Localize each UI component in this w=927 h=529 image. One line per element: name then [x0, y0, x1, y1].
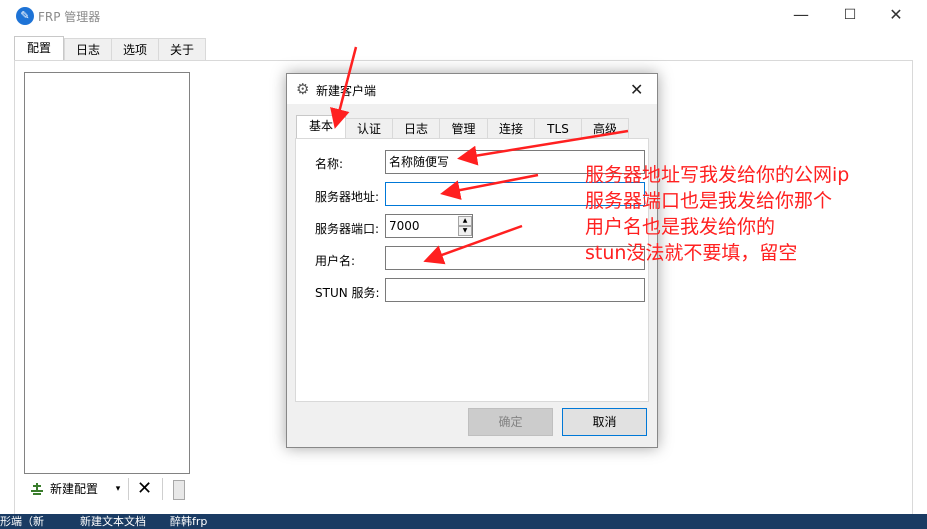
dialog-tab-admin[interactable]: 管理	[439, 118, 488, 139]
zip-archive-icon[interactable]	[173, 480, 185, 500]
dialog-title-bar: ⚙ 新建客户端 ✕	[287, 74, 657, 104]
instruction-annotation: 服务器地址写我发给你的公网ip 服务器端口也是我发给你那个 用户名也是我发给你的…	[585, 162, 849, 266]
dialog-title: 新建客户端	[316, 84, 377, 98]
desktop-label: 醉韩frp	[170, 515, 208, 528]
server-port-value: 7000	[389, 219, 420, 233]
tab-config[interactable]: 配置	[14, 36, 64, 61]
port-increment-icon[interactable]: ▲	[458, 216, 472, 226]
desktop-strip: 形端（新 新建文本文档 醉韩frp	[0, 514, 927, 529]
minimize-button[interactable]: —	[778, 0, 824, 32]
dialog-tab-basic[interactable]: 基本	[296, 115, 346, 139]
delete-icon[interactable]: ✕	[137, 479, 152, 499]
server-port-stepper[interactable]: 7000 ▲ ▼	[385, 214, 473, 238]
server-addr-label: 服务器地址:	[315, 190, 380, 204]
config-list[interactable]	[24, 72, 190, 474]
stun-field[interactable]	[385, 278, 645, 302]
dialog-tab-log[interactable]: 日志	[392, 118, 440, 139]
new-config-icon	[31, 483, 43, 495]
annotation-line: stun没法就不要填，留空	[585, 242, 798, 264]
gear-icon: ⚙	[296, 80, 310, 98]
dialog-close-icon[interactable]: ✕	[630, 80, 643, 99]
window-title: FRP 管理器	[38, 10, 101, 24]
ok-button[interactable]: 确定	[468, 408, 553, 436]
cancel-button[interactable]: 取消	[562, 408, 647, 436]
annotation-line: 服务器端口也是我发给你那个	[585, 190, 833, 212]
frp-app-icon: ✎	[16, 7, 34, 25]
tab-log[interactable]: 日志	[64, 38, 112, 61]
dialog-tab-auth[interactable]: 认证	[345, 118, 393, 139]
tab-about[interactable]: 关于	[158, 38, 206, 61]
dialog-tab-advanced[interactable]: 高级	[581, 118, 629, 139]
server-port-label: 服务器端口:	[315, 222, 380, 236]
dialog-tab-tls[interactable]: TLS	[534, 118, 582, 139]
close-button[interactable]: ✕	[873, 0, 919, 32]
stun-label: STUN 服务:	[315, 286, 380, 300]
new-config-label: 新建配置	[50, 482, 99, 496]
maximize-button[interactable]: ☐	[827, 0, 873, 32]
username-label: 用户名:	[315, 254, 356, 268]
desktop-label: 新建文本文档	[80, 515, 146, 528]
name-label: 名称:	[315, 157, 344, 171]
tab-options[interactable]: 选项	[111, 38, 159, 61]
desktop-label: 形端（新	[0, 515, 44, 528]
annotation-line: 服务器地址写我发给你的公网ip	[585, 164, 850, 186]
port-decrement-icon[interactable]: ▼	[458, 226, 472, 236]
annotation-line: 用户名也是我发给你的	[585, 216, 776, 238]
toolbar-divider	[128, 478, 129, 500]
toolbar-divider	[162, 478, 163, 500]
title-bar: ✎ FRP 管理器 — ☐ ✕	[0, 0, 927, 32]
new-config-dropdown-icon[interactable]: ▾	[112, 478, 124, 500]
dialog-tab-connection[interactable]: 连接	[487, 118, 535, 139]
